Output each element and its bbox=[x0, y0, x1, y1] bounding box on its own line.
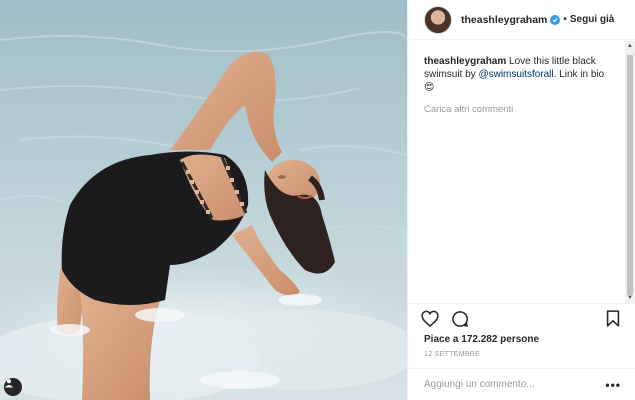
scroll-up-arrow-icon[interactable]: ▲ bbox=[625, 41, 635, 51]
verified-badge-icon bbox=[550, 14, 561, 25]
avatar[interactable] bbox=[424, 5, 452, 34]
post-actions bbox=[408, 303, 635, 333]
more-options-icon[interactable]: ••• bbox=[605, 378, 621, 392]
scroll-thumb[interactable] bbox=[627, 55, 633, 295]
caption: theashleygraham Love this little black s… bbox=[424, 55, 609, 94]
caption-username[interactable]: theashleygraham bbox=[424, 56, 506, 67]
bookmark-icon[interactable] bbox=[603, 309, 623, 329]
add-comment-input[interactable] bbox=[424, 379, 606, 390]
load-more-comments-link[interactable]: Carica altri commenti bbox=[424, 103, 609, 116]
add-comment-bar: ••• bbox=[408, 368, 635, 400]
scroll-down-arrow-icon[interactable]: ▼ bbox=[625, 293, 635, 303]
comments-scrollbar[interactable]: ▲ ▼ bbox=[625, 41, 635, 303]
post-date: 12 SETTEMBRE bbox=[424, 351, 481, 358]
likes-count[interactable]: Piace a 172.282 persone bbox=[424, 334, 539, 345]
heart-icon[interactable] bbox=[420, 309, 440, 329]
post-header: theashleygraham • Segui già bbox=[408, 0, 635, 40]
post-username[interactable]: theashleygraham bbox=[461, 14, 547, 26]
post-details-panel: theashleygraham • Segui già theashleygra… bbox=[407, 0, 635, 400]
user-tag-icon[interactable] bbox=[4, 378, 22, 396]
comment-icon[interactable] bbox=[450, 309, 470, 329]
caption-mention-link[interactable]: @swimsuitsforall bbox=[478, 69, 553, 80]
comments-list: theashleygraham Love this little black s… bbox=[408, 41, 625, 299]
following-button[interactable]: Segui già bbox=[570, 14, 614, 25]
post-photo[interactable] bbox=[0, 0, 407, 400]
separator-dot: • bbox=[563, 14, 567, 25]
photo-illustration bbox=[0, 31, 407, 400]
